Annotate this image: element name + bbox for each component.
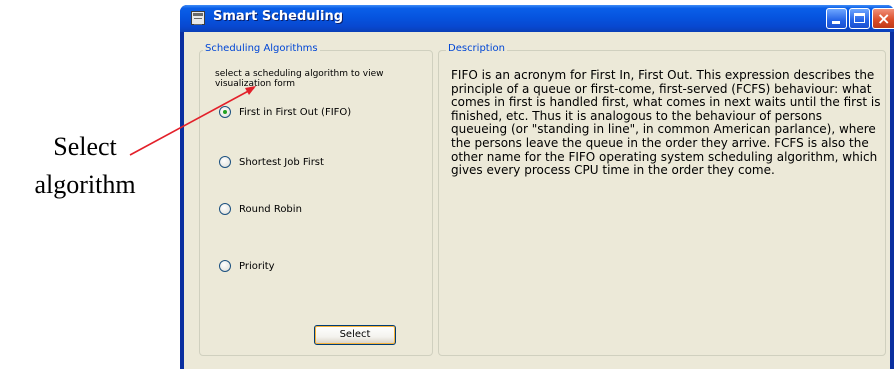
minimize-button[interactable]	[826, 8, 847, 29]
description-text: FIFO is an acronym for First In, First O…	[451, 68, 881, 178]
scheduling-algorithms-group: Scheduling Algorithms select a schedulin…	[199, 43, 433, 356]
app-window: Smart Scheduling × Scheduling Algorithms…	[180, 5, 894, 369]
maximize-button[interactable]	[849, 8, 870, 29]
close-icon: ×	[877, 9, 891, 28]
radio-label-round-robin[interactable]: Round Robin	[239, 204, 302, 215]
window-client-area: Scheduling Algorithms select a schedulin…	[184, 32, 890, 369]
window-app-icon[interactable]	[191, 11, 205, 25]
algorithm-hint-text: select a scheduling algorithm to view vi…	[215, 69, 384, 89]
minimize-icon	[832, 21, 840, 24]
radio-button-sjf[interactable]	[219, 156, 231, 168]
description-group: Description FIFO is an acronym for First…	[438, 43, 886, 356]
annotation-label: Select algorithm	[0, 128, 170, 204]
window-title: Smart Scheduling	[213, 9, 344, 24]
scheduling-algorithms-title: Scheduling Algorithms	[203, 43, 320, 54]
maximize-icon	[854, 13, 865, 23]
radio-label-sjf[interactable]: Shortest Job First	[239, 157, 324, 168]
radio-label-fifo[interactable]: First in First Out (FIFO)	[239, 107, 351, 118]
annotation-line-1: Select	[53, 132, 117, 161]
radio-button-priority[interactable]	[219, 260, 231, 272]
close-button[interactable]: ×	[872, 8, 894, 29]
radio-priority[interactable]: Priority	[219, 258, 275, 274]
radio-label-priority[interactable]: Priority	[239, 261, 275, 272]
radio-round-robin[interactable]: Round Robin	[219, 201, 302, 217]
title-bar[interactable]: Smart Scheduling ×	[180, 5, 894, 32]
radio-fifo[interactable]: First in First Out (FIFO)	[219, 104, 351, 120]
description-title: Description	[446, 43, 507, 54]
radio-button-round-robin[interactable]	[219, 203, 231, 215]
radio-sjf[interactable]: Shortest Job First	[219, 154, 324, 170]
select-button[interactable]: Select	[314, 325, 396, 345]
radio-button-fifo[interactable]	[219, 106, 231, 118]
annotation-line-2: algorithm	[34, 170, 136, 199]
